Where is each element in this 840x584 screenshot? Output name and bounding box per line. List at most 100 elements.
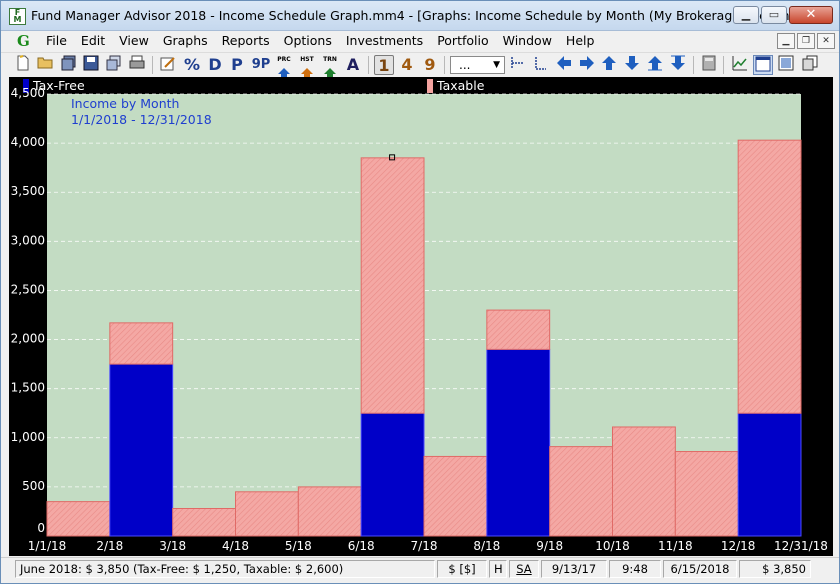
- down-arrow-icon: [625, 56, 639, 70]
- account-button[interactable]: A: [343, 55, 363, 75]
- app-logo-icon[interactable]: F M: [9, 8, 26, 25]
- print-icon: [129, 55, 145, 69]
- percent-button[interactable]: %: [182, 55, 202, 75]
- income-chart[interactable]: 0 500 1,000 1,500 2,000 2,500 3,000 3,500 4,000 4…: [9, 77, 833, 556]
- distribution-button[interactable]: D: [205, 55, 225, 75]
- title-bar: F M Fund Manager Advisor 2018 - Income S…: [1, 1, 839, 31]
- bar-taxable: [109, 322, 174, 365]
- period-4-button[interactable]: 4: [397, 55, 417, 75]
- page-down-button[interactable]: [668, 55, 688, 75]
- page-up-button[interactable]: [645, 55, 665, 75]
- toolbar-separator: [368, 56, 369, 74]
- trn-button[interactable]: TRN: [320, 55, 340, 77]
- zoom-vertical-button[interactable]: [530, 55, 550, 75]
- zoom-horizontal-icon: [511, 57, 524, 69]
- menu-view[interactable]: View: [112, 33, 156, 48]
- period-9-button[interactable]: 9: [420, 55, 440, 75]
- menu-graphs[interactable]: Graphs: [156, 33, 215, 48]
- close-button[interactable]: ✕: [789, 6, 833, 24]
- menu-help[interactable]: Help: [559, 33, 602, 48]
- menu-file[interactable]: File: [39, 33, 74, 48]
- mdi-child-icon[interactable]: G: [17, 32, 30, 50]
- bar-taxable: [486, 309, 551, 350]
- menu-items: File Edit View Graphs Reports Options In…: [39, 33, 601, 48]
- left-arrow-icon: [557, 56, 571, 70]
- menu-bar: G File Edit View Graphs Reports Options …: [1, 31, 839, 51]
- zoom-horizontal-button[interactable]: [508, 55, 528, 75]
- new-button[interactable]: [13, 55, 33, 75]
- scroll-left-button[interactable]: [554, 55, 574, 75]
- nine-p-button[interactable]: 9P: [251, 55, 271, 75]
- menu-window[interactable]: Window: [496, 33, 559, 48]
- hst-label: HST: [300, 56, 314, 63]
- scroll-down-button[interactable]: [622, 55, 642, 75]
- calculator-icon: [702, 55, 716, 71]
- status-bar: June 2018: $ 3,850 (Tax-Free: $ 1,250, T…: [1, 557, 839, 583]
- toolbar: % D P 9P PRC HST TRN A 1 4 9 ... ▼: [1, 52, 839, 77]
- menu-reports[interactable]: Reports: [215, 33, 277, 48]
- close-icon: ✕: [805, 7, 817, 22]
- trn-label: TRN: [323, 56, 337, 63]
- menu-portfolio[interactable]: Portfolio: [430, 33, 495, 48]
- tile-window-button[interactable]: [776, 55, 796, 75]
- menu-edit[interactable]: Edit: [74, 33, 112, 48]
- hst-button[interactable]: HST: [297, 55, 317, 77]
- x-tick-label: 4/18: [222, 539, 249, 553]
- bar-taxable: [423, 455, 488, 537]
- view-dropdown[interactable]: ... ▼: [450, 56, 505, 74]
- y-tick-label: 4,000: [11, 135, 45, 149]
- new-icon: [17, 55, 29, 71]
- copy-window-button[interactable]: [800, 55, 820, 75]
- price-button[interactable]: P: [227, 55, 247, 75]
- mdi-close-button[interactable]: ✕: [817, 33, 835, 49]
- y-tick-label: 3,500: [11, 184, 45, 198]
- status-currency: $ [$]: [437, 560, 487, 578]
- window-button[interactable]: [753, 55, 773, 75]
- tile-window-icon: [778, 55, 794, 71]
- status-price-date: 6/15/2018: [663, 560, 737, 578]
- save-button[interactable]: [81, 55, 101, 75]
- toolbar-separator: [444, 56, 445, 74]
- page-up-icon: [648, 56, 662, 71]
- prc-label: PRC: [277, 56, 291, 63]
- maximize-button[interactable]: ▭: [761, 6, 787, 24]
- menu-options[interactable]: Options: [277, 33, 339, 48]
- percent-icon: %: [183, 55, 201, 74]
- trn-arrow-icon: [324, 68, 336, 77]
- mdi-minimize-button[interactable]: ▁: [777, 33, 795, 49]
- save-all-icon: [61, 55, 76, 71]
- print-button[interactable]: [127, 55, 147, 75]
- minimize-button[interactable]: ▁: [733, 6, 759, 24]
- edit-button[interactable]: [158, 55, 178, 75]
- y-tick-label: 0: [37, 521, 45, 535]
- save-all-button[interactable]: [59, 55, 79, 75]
- period-1-button[interactable]: 1: [374, 55, 394, 75]
- x-tick-label: 12/18: [721, 539, 756, 553]
- chart-subtitle: 1/1/2018 - 12/31/2018: [71, 112, 212, 127]
- scroll-right-button[interactable]: [577, 55, 597, 75]
- menu-investments[interactable]: Investments: [339, 33, 430, 48]
- page-down-icon: [671, 55, 685, 70]
- copy-button[interactable]: [104, 55, 124, 75]
- status-sa[interactable]: SA: [509, 560, 539, 578]
- x-tick-label: 3/18: [159, 539, 186, 553]
- x-tick-label: 10/18: [595, 539, 630, 553]
- bar-tax-free: [109, 363, 174, 537]
- prc-button[interactable]: PRC: [274, 55, 294, 77]
- maximize-icon: ▭: [768, 8, 780, 21]
- toolbar-separator: [723, 56, 724, 74]
- hst-arrow-icon: [301, 68, 313, 77]
- y-tick-label: 4,500: [11, 86, 45, 100]
- chart-button[interactable]: [730, 55, 750, 75]
- y-tick-label: 1,000: [11, 430, 45, 444]
- save-icon: [83, 55, 99, 71]
- bar-taxable: [674, 451, 739, 537]
- window-controls: ▁ ▭ ✕: [733, 6, 833, 24]
- mdi-restore-button[interactable]: ❐: [797, 33, 815, 49]
- scroll-up-button[interactable]: [599, 55, 619, 75]
- status-value: $ 3,850: [739, 560, 811, 578]
- y-tick-label: 3,000: [11, 233, 45, 247]
- calculator-button[interactable]: [699, 55, 719, 75]
- mdi-controls: ▁ ❐ ✕: [777, 33, 835, 49]
- open-button[interactable]: [35, 55, 55, 75]
